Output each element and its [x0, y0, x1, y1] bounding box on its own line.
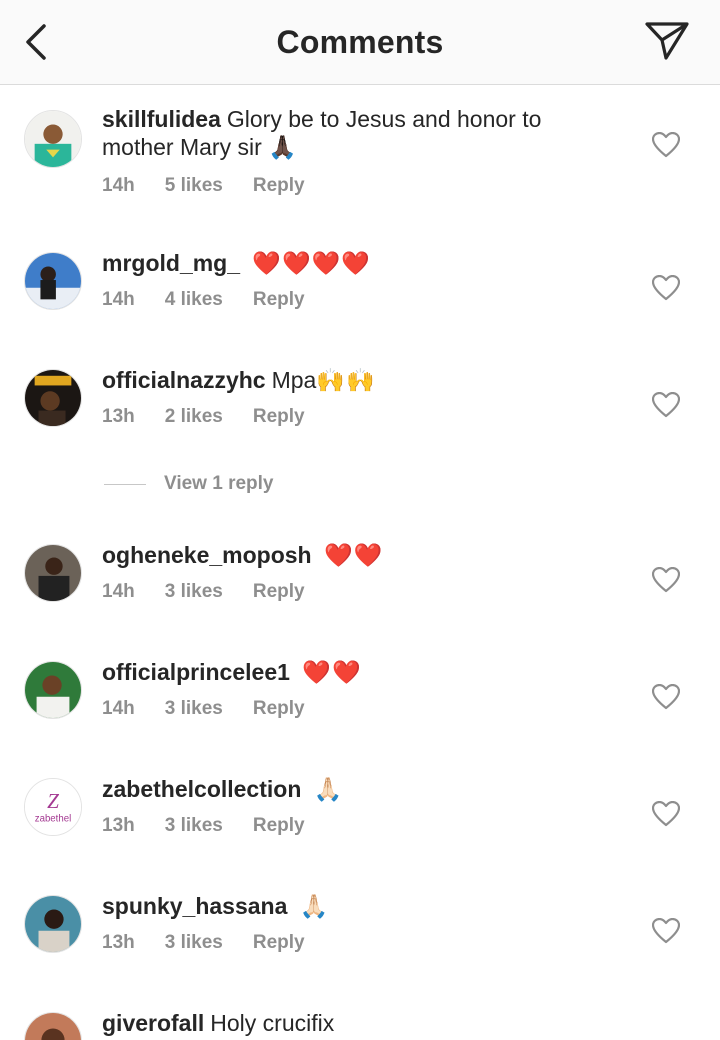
- comment-time: 13h: [102, 932, 135, 953]
- view-replies-button[interactable]: View 1 reply: [104, 473, 274, 495]
- comment-username[interactable]: skillfulidea: [102, 106, 221, 132]
- comment-emoji: 🙌🙌: [316, 367, 376, 393]
- avatar[interactable]: Zzabethel: [24, 778, 82, 836]
- comment-message: Holy crucifix: [210, 1010, 335, 1036]
- comment-text: spunky_hassana 🙏🏻: [102, 892, 582, 920]
- comment-text: ogheneke_moposh ❤️❤️: [102, 541, 582, 569]
- comments-list[interactable]: skillfulidea Glory be to Jesus and honor …: [0, 85, 720, 1040]
- comment-username[interactable]: giverofall: [102, 1010, 204, 1036]
- avatar[interactable]: [24, 895, 82, 953]
- comment-emoji: ❤️❤️: [324, 542, 384, 568]
- comment-meta: 13h 2 likes Reply: [102, 406, 582, 428]
- comment-meta: 13h 3 likes Reply: [102, 932, 582, 954]
- comment-time: 13h: [102, 815, 135, 836]
- comment-time: 14h: [102, 581, 135, 602]
- comment-username[interactable]: spunky_hassana: [102, 893, 287, 919]
- avatar[interactable]: [24, 1012, 82, 1040]
- avatar[interactable]: [24, 110, 82, 168]
- page-title: Comments: [276, 24, 444, 60]
- comment-meta: 14h 3 likes Reply: [102, 698, 582, 720]
- like-heart-icon[interactable]: [652, 567, 680, 593]
- comment-likes[interactable]: 3 likes: [165, 932, 223, 953]
- reply-button[interactable]: Reply: [253, 289, 305, 310]
- comment-emoji: 🙏🏻: [313, 776, 344, 802]
- comment-username[interactable]: officialnazzyhc: [102, 367, 266, 393]
- comment-username[interactable]: officialprincelee1: [102, 659, 290, 685]
- reply-button[interactable]: Reply: [253, 175, 305, 196]
- comment-text: skillfulidea Glory be to Jesus and honor …: [102, 105, 582, 161]
- comment-body: zabethelcollection 🙏🏻 13h 3 likes Reply: [102, 775, 582, 837]
- comment-meta: 14h 3 likes Reply: [102, 581, 582, 603]
- comment-meta: 14h 5 likes Reply: [102, 175, 582, 197]
- app-header: Comments: [0, 0, 720, 85]
- avatar[interactable]: [24, 661, 82, 719]
- comment-meta: 13h 3 likes Reply: [102, 815, 582, 837]
- comment-text: officialnazzyhc Mpa🙌🙌: [102, 366, 582, 394]
- comment-likes[interactable]: 4 likes: [165, 289, 223, 310]
- comment-time: 13h: [102, 406, 135, 427]
- comment-username[interactable]: ogheneke_moposh: [102, 542, 312, 568]
- like-heart-icon[interactable]: [652, 918, 680, 944]
- comment-username[interactable]: mrgold_mg_: [102, 250, 240, 276]
- reply-button[interactable]: Reply: [253, 932, 305, 953]
- svg-text:Z: Z: [47, 789, 59, 813]
- avatar[interactable]: [24, 252, 82, 310]
- comment-body: ogheneke_moposh ❤️❤️ 14h 3 likes Reply: [102, 541, 582, 603]
- avatar[interactable]: [24, 544, 82, 602]
- reply-button[interactable]: Reply: [253, 581, 305, 602]
- avatar-brand-text: zabethel: [35, 813, 71, 824]
- comment-body: giverofall Holy crucifix: [102, 1009, 582, 1037]
- comment-text: zabethelcollection 🙏🏻: [102, 775, 582, 803]
- comment-message: Mpa: [271, 367, 317, 393]
- reply-button[interactable]: Reply: [253, 815, 305, 836]
- like-heart-icon[interactable]: [652, 684, 680, 710]
- comment-likes[interactable]: 3 likes: [165, 581, 223, 602]
- like-heart-icon[interactable]: [652, 275, 680, 301]
- like-heart-icon[interactable]: [652, 132, 680, 158]
- comment-likes[interactable]: 3 likes: [165, 815, 223, 836]
- view-replies-divider: [104, 483, 146, 485]
- direct-send-icon[interactable]: [644, 20, 690, 62]
- comment-body: officialnazzyhc Mpa🙌🙌 13h 2 likes Reply: [102, 366, 582, 428]
- comment-time: 14h: [102, 175, 135, 196]
- reply-button[interactable]: Reply: [253, 698, 305, 719]
- comment-time: 14h: [102, 698, 135, 719]
- comment-time: 14h: [102, 289, 135, 310]
- comment-emoji: ❤️❤️❤️❤️: [252, 250, 371, 276]
- comment-body: skillfulidea Glory be to Jesus and honor …: [102, 105, 582, 197]
- reply-button[interactable]: Reply: [253, 406, 305, 427]
- comment-meta: 14h 4 likes Reply: [102, 289, 582, 311]
- comment-body: spunky_hassana 🙏🏻 13h 3 likes Reply: [102, 892, 582, 954]
- comment-text: officialprincelee1 ❤️❤️: [102, 658, 582, 686]
- comment-emoji: 🙏🏿: [268, 134, 298, 160]
- comment-body: officialprincelee1 ❤️❤️ 14h 3 likes Reply: [102, 658, 582, 720]
- comment-emoji: 🙏🏻: [299, 893, 330, 919]
- avatar[interactable]: [24, 369, 82, 427]
- comment-text: mrgold_mg_ ❤️❤️❤️❤️: [102, 249, 582, 277]
- comment-likes[interactable]: 5 likes: [165, 175, 223, 196]
- comment-likes[interactable]: 2 likes: [165, 406, 223, 427]
- comment-emoji: ❤️❤️: [302, 659, 362, 685]
- like-heart-icon[interactable]: [652, 801, 680, 827]
- comment-username[interactable]: zabethelcollection: [102, 776, 301, 802]
- comment-body: mrgold_mg_ ❤️❤️❤️❤️ 14h 4 likes Reply: [102, 249, 582, 311]
- comment-text: giverofall Holy crucifix: [102, 1009, 582, 1037]
- comment-likes[interactable]: 3 likes: [165, 698, 223, 719]
- view-replies-label: View 1 reply: [164, 473, 274, 494]
- like-heart-icon[interactable]: [652, 392, 680, 418]
